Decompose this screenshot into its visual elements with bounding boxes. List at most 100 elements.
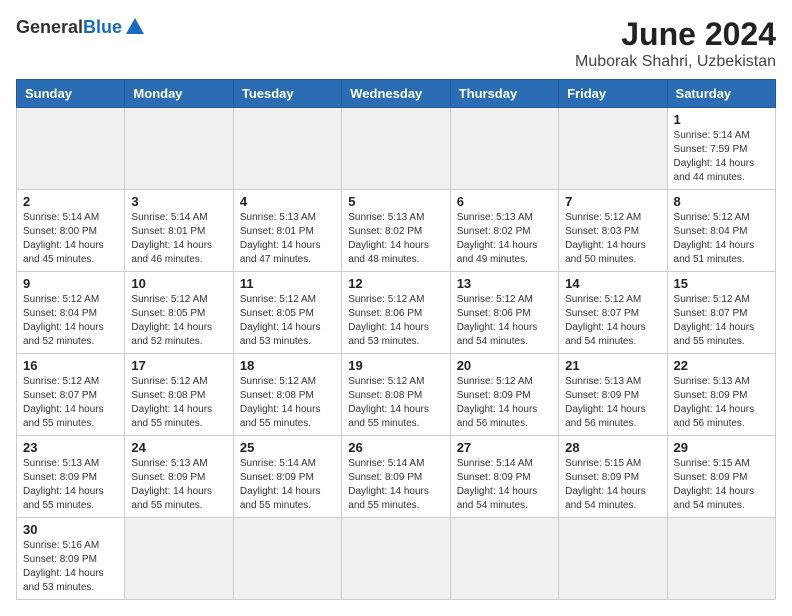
calendar-cell: [342, 108, 450, 190]
day-info: Sunrise: 5:16 AMSunset: 8:09 PMDaylight:…: [23, 539, 118, 595]
calendar-cell: 8Sunrise: 5:12 AMSunset: 8:04 PMDaylight…: [667, 190, 775, 272]
calendar-cell: 29Sunrise: 5:15 AMSunset: 8:09 PMDayligh…: [667, 436, 775, 518]
weekday-header-monday: Monday: [125, 80, 233, 108]
calendar-row: 16 Sunrise: 5:12 AMSunset: 8:07 PMDayligh…: [17, 354, 776, 436]
calendar-cell: 16 Sunrise: 5:12 AMSunset: 8:07 PMDayligh…: [17, 354, 125, 436]
weekday-header-thursday: Thursday: [450, 80, 558, 108]
calendar-cell: 25 Sunrise: 5:14 AMSunset: 8:09 PMDayligh…: [233, 436, 341, 518]
calendar-cell: 14Sunrise: 5:12 AMSunset: 8:07 PMDayligh…: [559, 272, 667, 354]
day-info: Sunrise: 5:12 AMSunset: 8:08 PMDaylight:…: [131, 375, 226, 431]
calendar-row: 23 Sunrise: 5:13 AMSunset: 8:09 PMDayligh…: [17, 436, 776, 518]
day-number: 16: [23, 358, 118, 373]
day-number: 21: [565, 358, 660, 373]
calendar-cell: [667, 518, 775, 600]
title-area: June 2024 Muborak Shahri, Uzbekistan: [575, 16, 776, 71]
month-title: June 2024: [575, 16, 776, 53]
weekday-header-wednesday: Wednesday: [342, 80, 450, 108]
calendar-body: 1 Sunrise: 5:14 AMSunset: 7:59 PMDaylight…: [17, 108, 776, 600]
day-info: Sunrise: 5:13 AMSunset: 8:09 PMDaylight:…: [23, 457, 118, 513]
calendar-cell: [17, 108, 125, 190]
day-info: Sunrise: 5:13 AMSunset: 8:09 PMDaylight:…: [674, 375, 769, 431]
calendar-cell: 7Sunrise: 5:12 AMSunset: 8:03 PMDaylight…: [559, 190, 667, 272]
day-number: 25: [240, 440, 335, 455]
day-number: 18: [240, 358, 335, 373]
calendar-cell: [559, 108, 667, 190]
logo-general-text: General: [16, 17, 83, 38]
day-info: Sunrise: 5:13 AMSunset: 8:09 PMDaylight:…: [565, 375, 660, 431]
calendar-row: 1 Sunrise: 5:14 AMSunset: 7:59 PMDaylight…: [17, 108, 776, 190]
weekday-header-tuesday: Tuesday: [233, 80, 341, 108]
day-info: Sunrise: 5:13 AMSunset: 8:02 PMDaylight:…: [457, 211, 552, 267]
day-info: Sunrise: 5:14 AMSunset: 8:01 PMDaylight:…: [131, 211, 226, 267]
day-info: Sunrise: 5:14 AMSunset: 8:09 PMDaylight:…: [240, 457, 335, 513]
calendar-header: SundayMondayTuesdayWednesdayThursdayFrid…: [17, 80, 776, 108]
calendar-cell: 17Sunrise: 5:12 AMSunset: 8:08 PMDayligh…: [125, 354, 233, 436]
calendar-cell: 2Sunrise: 5:14 AMSunset: 8:00 PMDaylight…: [17, 190, 125, 272]
day-number: 13: [457, 276, 552, 291]
calendar-row: 9Sunrise: 5:12 AMSunset: 8:04 PMDaylight…: [17, 272, 776, 354]
day-info: Sunrise: 5:12 AMSunset: 8:07 PMDaylight:…: [23, 375, 118, 431]
calendar-row: 2Sunrise: 5:14 AMSunset: 8:00 PMDaylight…: [17, 190, 776, 272]
day-info: Sunrise: 5:12 AMSunset: 8:05 PMDaylight:…: [240, 293, 335, 349]
calendar-cell: 30Sunrise: 5:16 AMSunset: 8:09 PMDayligh…: [17, 518, 125, 600]
calendar-cell: 5 Sunrise: 5:13 AMSunset: 8:02 PMDaylight…: [342, 190, 450, 272]
weekday-header-row: SundayMondayTuesdayWednesdayThursdayFrid…: [17, 80, 776, 108]
day-number: 15: [674, 276, 769, 291]
calendar-cell: 15 Sunrise: 5:12 AMSunset: 8:07 PMDayligh…: [667, 272, 775, 354]
weekday-header-sunday: Sunday: [17, 80, 125, 108]
day-info: Sunrise: 5:13 AMSunset: 8:02 PMDaylight:…: [348, 211, 443, 267]
calendar-cell: 12 Sunrise: 5:12 AMSunset: 8:06 PMDayligh…: [342, 272, 450, 354]
calendar-cell: [125, 518, 233, 600]
day-info: Sunrise: 5:12 AMSunset: 8:08 PMDaylight:…: [240, 375, 335, 431]
calendar-table: SundayMondayTuesdayWednesdayThursdayFrid…: [16, 79, 776, 600]
day-info: Sunrise: 5:15 AMSunset: 8:09 PMDaylight:…: [674, 457, 769, 513]
calendar-cell: [125, 108, 233, 190]
calendar-cell: 27Sunrise: 5:14 AMSunset: 8:09 PMDayligh…: [450, 436, 558, 518]
day-number: 8: [674, 194, 769, 209]
calendar-cell: 19 Sunrise: 5:12 AMSunset: 8:08 PMDayligh…: [342, 354, 450, 436]
calendar-cell: 3Sunrise: 5:14 AMSunset: 8:01 PMDaylight…: [125, 190, 233, 272]
weekday-header-saturday: Saturday: [667, 80, 775, 108]
day-number: 19: [348, 358, 443, 373]
calendar-cell: [342, 518, 450, 600]
day-info: Sunrise: 5:12 AMSunset: 8:04 PMDaylight:…: [23, 293, 118, 349]
day-number: 6: [457, 194, 552, 209]
day-number: 11: [240, 276, 335, 291]
day-info: Sunrise: 5:12 AMSunset: 8:08 PMDaylight:…: [348, 375, 443, 431]
logo-icon: [124, 16, 146, 38]
day-info: Sunrise: 5:12 AMSunset: 8:03 PMDaylight:…: [565, 211, 660, 267]
calendar-cell: 10 Sunrise: 5:12 AMSunset: 8:05 PMDayligh…: [125, 272, 233, 354]
day-number: 28: [565, 440, 660, 455]
day-number: 2: [23, 194, 118, 209]
day-info: Sunrise: 5:13 AMSunset: 8:09 PMDaylight:…: [131, 457, 226, 513]
calendar-cell: 9Sunrise: 5:12 AMSunset: 8:04 PMDaylight…: [17, 272, 125, 354]
calendar-cell: 20Sunrise: 5:12 AMSunset: 8:09 PMDayligh…: [450, 354, 558, 436]
day-number: 12: [348, 276, 443, 291]
calendar-cell: 11 Sunrise: 5:12 AMSunset: 8:05 PMDayligh…: [233, 272, 341, 354]
day-number: 22: [674, 358, 769, 373]
calendar-cell: 26Sunrise: 5:14 AMSunset: 8:09 PMDayligh…: [342, 436, 450, 518]
day-info: Sunrise: 5:14 AMSunset: 7:59 PMDaylight:…: [674, 129, 769, 185]
day-number: 23: [23, 440, 118, 455]
calendar-cell: 18 Sunrise: 5:12 AMSunset: 8:08 PMDayligh…: [233, 354, 341, 436]
day-info: Sunrise: 5:12 AMSunset: 8:06 PMDaylight:…: [348, 293, 443, 349]
day-info: Sunrise: 5:12 AMSunset: 8:07 PMDaylight:…: [674, 293, 769, 349]
day-number: 1: [674, 112, 769, 127]
calendar-cell: [233, 518, 341, 600]
day-info: Sunrise: 5:14 AMSunset: 8:09 PMDaylight:…: [348, 457, 443, 513]
calendar-cell: 21 Sunrise: 5:13 AMSunset: 8:09 PMDayligh…: [559, 354, 667, 436]
day-info: Sunrise: 5:15 AMSunset: 8:09 PMDaylight:…: [565, 457, 660, 513]
calendar-cell: [450, 518, 558, 600]
day-info: Sunrise: 5:12 AMSunset: 8:05 PMDaylight:…: [131, 293, 226, 349]
calendar-cell: 24Sunrise: 5:13 AMSunset: 8:09 PMDayligh…: [125, 436, 233, 518]
day-info: Sunrise: 5:12 AMSunset: 8:06 PMDaylight:…: [457, 293, 552, 349]
logo-blue-text: Blue: [83, 17, 122, 38]
page-header: General Blue June 2024 Muborak Shahri, U…: [16, 16, 776, 71]
day-number: 5: [348, 194, 443, 209]
calendar-cell: [233, 108, 341, 190]
calendar-cell: 23 Sunrise: 5:13 AMSunset: 8:09 PMDayligh…: [17, 436, 125, 518]
calendar-row: 30Sunrise: 5:16 AMSunset: 8:09 PMDayligh…: [17, 518, 776, 600]
day-number: 10: [131, 276, 226, 291]
day-info: Sunrise: 5:12 AMSunset: 8:09 PMDaylight:…: [457, 375, 552, 431]
calendar-cell: 13 Sunrise: 5:12 AMSunset: 8:06 PMDayligh…: [450, 272, 558, 354]
